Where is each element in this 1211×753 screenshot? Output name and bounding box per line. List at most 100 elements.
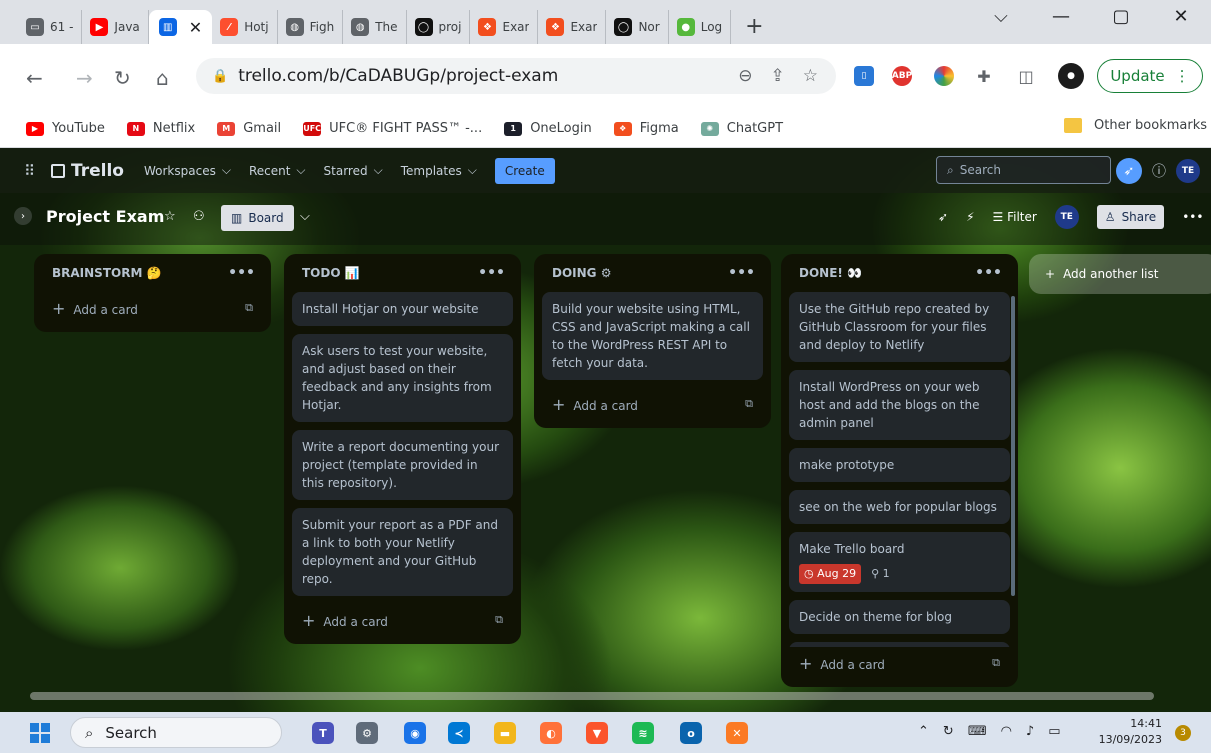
share-page-icon[interactable]: ⇪ (771, 66, 785, 86)
card[interactable]: Write a report documenting your project … (292, 430, 513, 500)
board-title[interactable]: Project Exam (46, 207, 164, 226)
adblock-icon[interactable]: ABP (892, 66, 912, 86)
power-ups-icon[interactable]: ➶ (938, 210, 948, 224)
brave-app-icon[interactable]: ▼ (586, 722, 608, 744)
maximize-icon[interactable]: ▢ (1091, 6, 1151, 27)
taskbar-search[interactable]: ⌕ Search (70, 717, 282, 748)
profile-avatar[interactable]: ● (1058, 63, 1084, 89)
notifications-icon[interactable]: ➶ (1116, 158, 1142, 184)
battery-icon[interactable]: ▭ (1048, 724, 1060, 739)
list-header[interactable]: TODO 📊 ••• (292, 254, 513, 292)
browser-tab[interactable]: ▭ 61 - (18, 10, 83, 44)
browser-tab[interactable]: ● Log (669, 10, 732, 44)
chrome-app-icon[interactable]: ◉ (404, 722, 426, 744)
settings-app-icon[interactable]: ⚙ (356, 722, 378, 744)
close-tab-icon[interactable]: ✕ (189, 18, 202, 37)
volume-icon[interactable]: ♪ (1026, 724, 1034, 739)
home-icon[interactable]: ⌂ (156, 66, 169, 90)
due-date-badge[interactable]: ◷ Aug 29 (799, 564, 862, 584)
new-tab-button[interactable]: + (745, 14, 763, 39)
list-title[interactable]: DOING ⚙ (552, 266, 611, 280)
forward-arrow-icon[interactable]: → (76, 66, 93, 90)
app-switcher-icon[interactable]: ⠿ (24, 162, 35, 180)
notification-badge[interactable]: 3 (1175, 725, 1191, 741)
create-button[interactable]: Create (494, 157, 555, 184)
browser-tab[interactable]: ◯ proj (407, 10, 471, 44)
outlook-app-icon[interactable]: o (680, 722, 702, 744)
visibility-icon[interactable]: ⚇ (193, 209, 205, 224)
card[interactable]: Build your website using HTML, CSS and J… (542, 292, 763, 380)
card[interactable]: Make Trello board ◷ Aug 29 ⚲ 1 (789, 532, 1010, 592)
lock-icon[interactable]: 🔒 (212, 69, 228, 84)
menu-workspaces[interactable]: Workspaces ⌵ (144, 163, 231, 178)
card[interactable]: make prototype (789, 448, 1010, 482)
list-header[interactable]: BRAINSTORM 🤔 ••• (42, 254, 263, 292)
card[interactable]: Decide on theme for blog (789, 600, 1010, 634)
browser-tab[interactable]: ▥ ✕ (148, 10, 213, 44)
bookmark-item[interactable]: ✺ ChatGPT (700, 121, 783, 136)
teams-app-icon[interactable]: T (312, 722, 334, 744)
xampp-app-icon[interactable]: ✕ (726, 722, 748, 744)
side-panel-icon[interactable]: ◫ (1016, 66, 1036, 86)
browser-tab[interactable]: ❖ Exar (470, 10, 539, 44)
list-title[interactable]: BRAINSTORM 🤔 (52, 266, 162, 280)
explorer-app-icon[interactable]: ▬ (494, 722, 516, 744)
browser-tab[interactable]: ◍ Figh (278, 10, 344, 44)
browser-tab[interactable]: ❖ Exar (538, 10, 607, 44)
list-menu-icon[interactable]: ••• (478, 265, 505, 281)
extensions-puzzle-icon[interactable]: ✚ (974, 66, 994, 86)
spotify-app-icon[interactable]: ≋ (632, 722, 654, 744)
keyboard-icon[interactable]: ⌨ (968, 724, 987, 739)
help-icon[interactable]: ⓘ (1152, 161, 1166, 181)
vscode-app-icon[interactable]: ≺ (448, 722, 470, 744)
card-template-icon[interactable]: ⧉ (745, 397, 753, 411)
bookmark-item[interactable]: ▶ YouTube (26, 121, 105, 136)
board-horizontal-scrollbar[interactable] (30, 692, 1154, 700)
menu-starred[interactable]: Starred ⌵ (324, 163, 383, 178)
bookmark-star-icon[interactable]: ☆ (803, 66, 818, 86)
list-header[interactable]: DOING ⚙ ••• (542, 254, 763, 292)
color-picker-extension-icon[interactable] (934, 66, 954, 86)
member-avatar[interactable]: TE (1054, 205, 1079, 229)
list-menu-icon[interactable]: ••• (975, 265, 1002, 281)
chevron-up-icon[interactable]: ⌃ (918, 724, 929, 739)
list-header[interactable]: DONE! 👀 ••• (789, 254, 1010, 292)
card[interactable]: Use the GitHub repo created by GitHub Cl… (789, 292, 1010, 362)
list-title[interactable]: TODO 📊 (302, 266, 360, 280)
user-avatar[interactable]: TE (1176, 159, 1200, 183)
menu-recent[interactable]: Recent ⌵ (249, 163, 306, 178)
bookmark-item[interactable]: ❖ Figma (613, 121, 679, 136)
share-button[interactable]: ♙ Share (1096, 205, 1165, 229)
tab-search-chevron-icon[interactable]: ⌵ (971, 6, 1031, 27)
menu-templates[interactable]: Templates ⌵ (401, 163, 477, 178)
browser-tab[interactable]: ▶ Java (82, 10, 149, 44)
minimize-icon[interactable]: — (1031, 6, 1091, 27)
sync-icon[interactable]: ↻ (943, 724, 954, 739)
add-card-button[interactable]: + Add a card ⧉ (42, 292, 263, 324)
star-icon[interactable]: ☆ (164, 209, 176, 224)
trello-logo[interactable]: Trello (51, 161, 124, 181)
board-menu-icon[interactable]: ••• (1182, 210, 1203, 224)
clock[interactable]: 14:41 13/09/2023 (1098, 716, 1162, 748)
filter-button[interactable]: ☰ Filter (993, 210, 1037, 224)
automation-icon[interactable]: ⚡ (966, 210, 974, 224)
bookmark-item[interactable]: UFC UFC® FIGHT PASS™ -... (303, 121, 482, 136)
add-another-list-button[interactable]: + Add another list (1029, 254, 1211, 294)
list-menu-icon[interactable]: ••• (228, 265, 255, 281)
windows-start-icon[interactable] (30, 723, 50, 743)
list-scrollbar[interactable] (1011, 296, 1015, 596)
card[interactable]: Install WordPress on your web host and a… (789, 370, 1010, 440)
zoom-icon[interactable]: ⊖ (738, 66, 752, 86)
add-card-button[interactable]: + Add a card ⧉ (292, 604, 513, 636)
list-title[interactable]: DONE! 👀 (799, 266, 862, 280)
update-button[interactable]: Update ⋮ (1097, 59, 1203, 93)
bookmark-item[interactable]: N Netflix (126, 121, 195, 136)
browser-tab[interactable]: ⁄ Hotj (212, 10, 278, 44)
reload-icon[interactable]: ↻ (114, 66, 131, 90)
address-bar[interactable]: 🔒 trello.com/b/CaDABUGp/project-exam ⊖ ⇪… (196, 58, 836, 94)
card-template-icon[interactable]: ⧉ (992, 656, 1000, 670)
expand-sidebar-icon[interactable]: › (14, 207, 32, 225)
close-window-icon[interactable]: ✕ (1151, 6, 1211, 27)
card-template-icon[interactable]: ⧉ (245, 301, 253, 315)
wifi-icon[interactable]: ◠ (1001, 724, 1012, 739)
